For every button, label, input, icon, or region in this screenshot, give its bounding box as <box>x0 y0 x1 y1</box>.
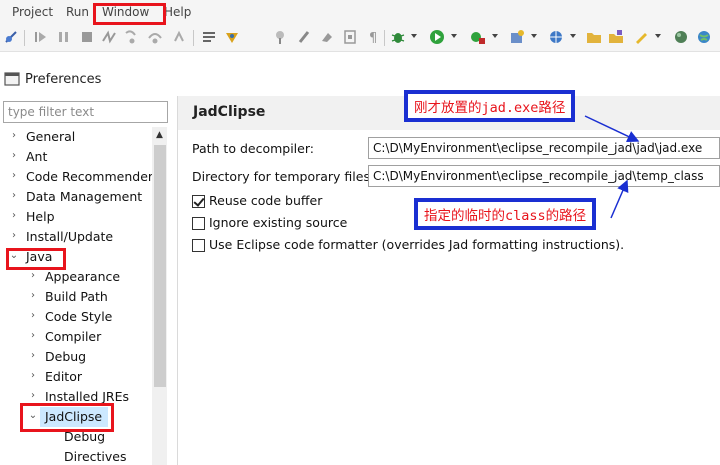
chevron-right-icon[interactable]: › <box>28 331 38 341</box>
tree-item-install-update[interactable]: › Install/Update <box>0 227 152 247</box>
clear-icon[interactable] <box>318 28 336 46</box>
chevron-right-icon[interactable]: › <box>9 191 19 201</box>
tree-item-build-path[interactable]: › Build Path <box>0 287 152 307</box>
use-eclipse-formatter-checkbox[interactable]: Use Eclipse code formatter (overrides Ja… <box>192 237 712 255</box>
main-toolbar: ¶ <box>0 24 720 52</box>
tree-item-directives[interactable]: Directives <box>0 447 152 465</box>
tree-item-editor[interactable]: › Editor <box>0 367 152 387</box>
step-over-icon[interactable] <box>146 28 164 46</box>
temp-directory-input[interactable] <box>368 165 720 187</box>
tree-item-help[interactable]: › Help <box>0 207 152 227</box>
console-icon[interactable] <box>200 28 218 46</box>
reuse-code-buffer-checkbox[interactable]: Reuse code buffer <box>192 193 392 211</box>
chevron-right-icon[interactable]: › <box>28 391 38 401</box>
checkbox-checked[interactable] <box>192 195 205 208</box>
tree-item-data-management[interactable]: › Data Management <box>0 187 152 207</box>
chevron-right-icon[interactable]: › <box>9 211 19 221</box>
svg-text:¶: ¶ <box>369 31 377 45</box>
temp-directory-label: Directory for temporary files: <box>192 169 375 184</box>
menu-run[interactable]: Run <box>66 5 89 19</box>
chevron-right-icon[interactable]: › <box>28 311 38 321</box>
checkbox-unchecked[interactable] <box>192 239 205 252</box>
tree-item-code-style[interactable]: › Code Style <box>0 307 152 327</box>
checkbox-unchecked[interactable] <box>192 217 205 230</box>
menu-project[interactable]: Project <box>12 5 53 19</box>
sphere-icon[interactable] <box>672 28 690 46</box>
callout-temp-directory: 指定的临时的class的路径 <box>414 198 597 230</box>
open-type-icon[interactable] <box>607 28 625 46</box>
run-external-icon[interactable] <box>469 28 487 46</box>
tree-scrollbar[interactable]: ▲ <box>152 127 167 465</box>
pin-icon[interactable] <box>271 28 289 46</box>
run-icon[interactable] <box>428 28 446 46</box>
pane-divider[interactable] <box>177 96 178 465</box>
pilcrow-icon[interactable]: ¶ <box>364 28 382 46</box>
scroll-thumb[interactable] <box>154 145 166 387</box>
chevron-right-icon[interactable]: › <box>28 271 38 281</box>
dialog-title: Preferences <box>25 72 102 87</box>
filter-input[interactable] <box>3 101 168 123</box>
folder-open-icon[interactable] <box>585 28 603 46</box>
tree-item-code-recommenders[interactable]: › Code Recommenders <box>0 167 160 187</box>
decompiler-path-label: Path to decompiler: <box>192 141 314 156</box>
disconnect-icon[interactable] <box>100 28 118 46</box>
chevron-right-icon[interactable]: › <box>28 291 38 301</box>
debug-icon[interactable] <box>389 28 407 46</box>
decompiler-path-input[interactable] <box>368 137 720 159</box>
brackets-icon[interactable] <box>341 28 359 46</box>
chevron-right-icon[interactable]: › <box>28 351 38 361</box>
new-class-icon[interactable] <box>508 28 526 46</box>
scroll-up-icon[interactable]: ▲ <box>154 130 165 141</box>
preferences-icon <box>4 71 20 87</box>
chevron-right-icon[interactable]: › <box>9 151 19 161</box>
chevron-right-icon[interactable]: › <box>9 171 19 181</box>
menu-help[interactable]: Help <box>164 5 191 19</box>
tree-item-appearance[interactable]: › Appearance <box>0 267 152 287</box>
tree-item-debug[interactable]: › Debug <box>0 347 152 367</box>
pen-icon[interactable] <box>632 28 650 46</box>
skip-breakpoints-icon[interactable] <box>2 28 20 46</box>
terminate-icon[interactable] <box>78 28 96 46</box>
chevron-right-icon[interactable]: › <box>28 371 38 381</box>
page-title: JadClipse <box>193 104 266 120</box>
tree-item-ant[interactable]: › Ant <box>0 147 152 167</box>
chevron-right-icon[interactable]: › <box>9 231 19 241</box>
globe-icon[interactable] <box>547 28 565 46</box>
highlight-java-node <box>6 248 66 270</box>
step-into-icon[interactable] <box>122 28 140 46</box>
suspend-icon[interactable] <box>55 28 73 46</box>
chevron-right-icon[interactable]: › <box>9 131 19 141</box>
dialog-title-bar: Preferences <box>0 66 720 94</box>
callout-decompiler-path: 刚才放置的jad.exe路径 <box>404 90 576 122</box>
ignore-existing-source-checkbox[interactable]: Ignore existing source <box>192 215 392 233</box>
world-icon[interactable] <box>695 28 713 46</box>
jad-icon[interactable] <box>223 28 241 46</box>
resume-icon[interactable] <box>32 28 50 46</box>
marker-icon[interactable] <box>295 28 313 46</box>
step-return-icon[interactable] <box>170 28 188 46</box>
tree-item-compiler[interactable]: › Compiler <box>0 327 152 347</box>
highlight-jadclipse-node <box>20 403 114 432</box>
highlight-window-menu <box>93 3 166 25</box>
tree-item-general[interactable]: › General <box>0 127 152 147</box>
